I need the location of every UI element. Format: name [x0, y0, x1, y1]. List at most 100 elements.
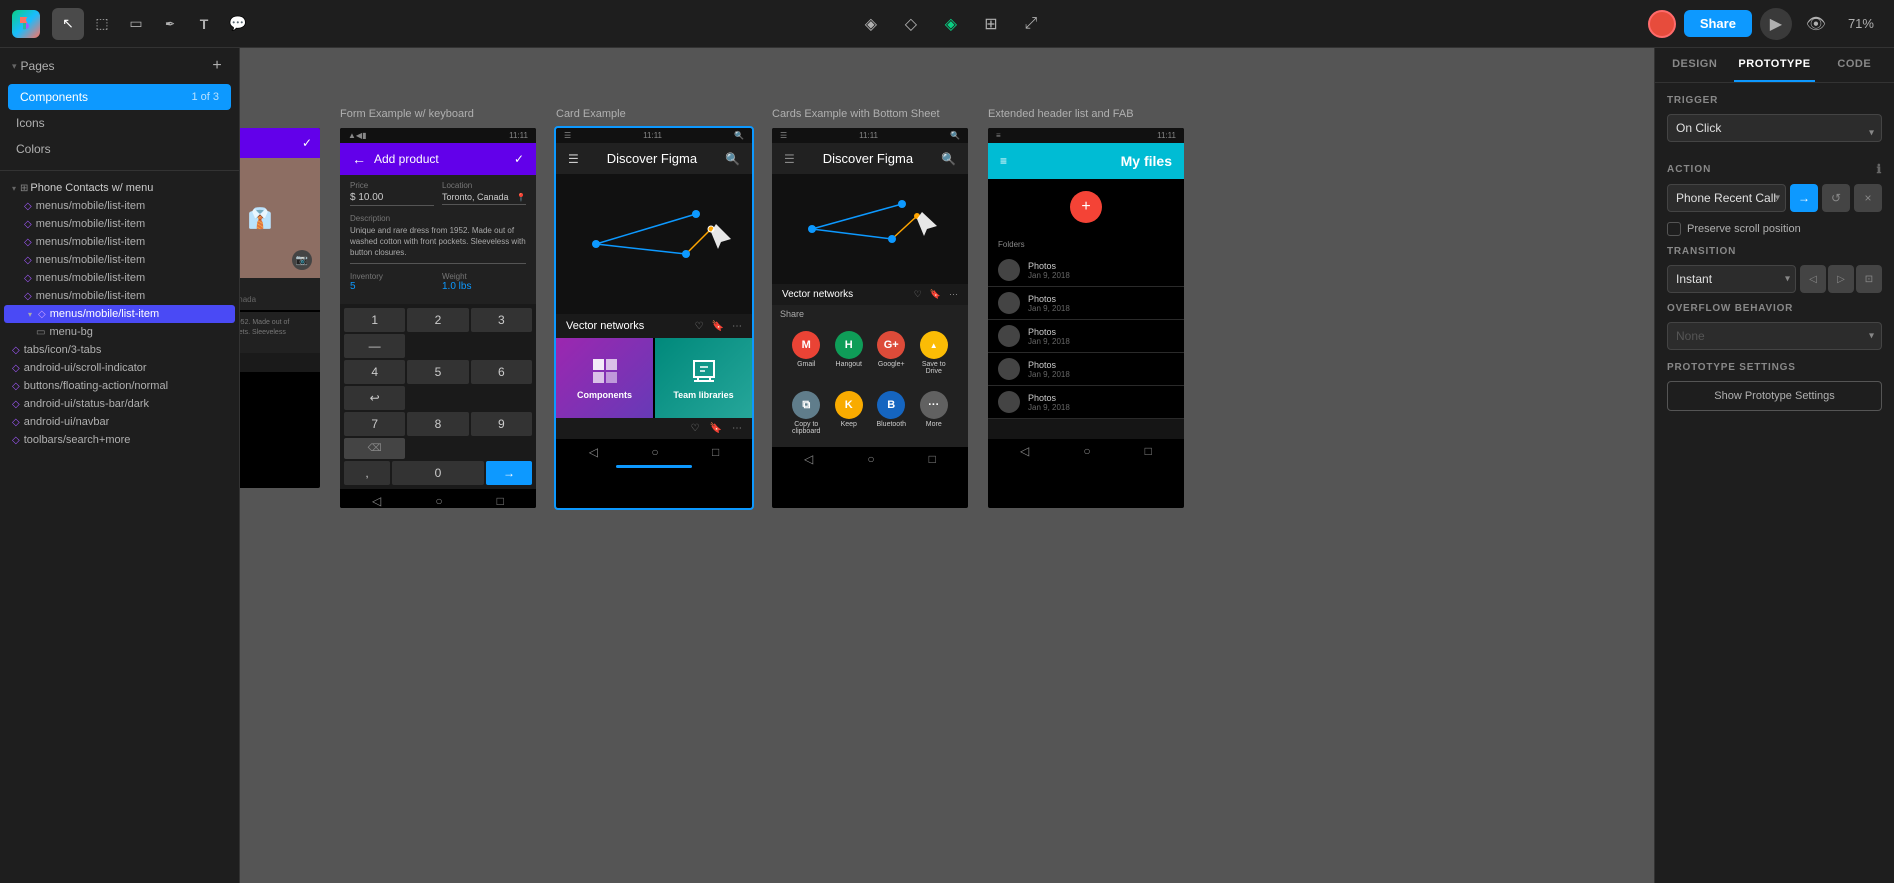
layer-label: menus/mobile/list-item [36, 218, 145, 230]
bool-btn[interactable]: ◈ [935, 8, 967, 40]
layer-list-item-7-selected[interactable]: ▾ ◇ menus/mobile/list-item [4, 305, 235, 323]
layer-label: menus/mobile/list-item [36, 200, 145, 212]
move-tool-btn[interactable]: ↖ [52, 8, 84, 40]
file-item-2[interactable]: Photos Jan 9, 2018 [988, 287, 1184, 320]
overflow-select[interactable]: None Horizontal Vertical Both [1667, 322, 1882, 350]
components-card[interactable]: Components [556, 338, 653, 418]
action-row: Phone Recent Calls Navigate To Back → ↺ … [1667, 184, 1882, 212]
page-item-colors[interactable]: Colors [4, 136, 235, 162]
preview-btn[interactable]: 👁 [1800, 8, 1832, 40]
layer-toolbar-search[interactable]: ◇ toolbars/search+more [0, 431, 239, 449]
layer-label: android-ui/status-bar/dark [24, 398, 149, 410]
layer-tabs-icon[interactable]: ◇ tabs/icon/3-tabs [0, 341, 239, 359]
shape-tool-btn[interactable]: ▭ [120, 8, 152, 40]
component-icon: ◇ [12, 435, 20, 446]
layer-label: toolbars/search+more [24, 434, 131, 446]
overflow-select-wrapper: None Horizontal Vertical Both [1667, 322, 1882, 350]
canvas-area[interactable]: uct ✓ 👔 📷 ion onto, Canada ss from 1 [240, 48, 1654, 883]
file-item-4[interactable]: Photos Jan 9, 2018 [988, 353, 1184, 386]
layer-phone-contacts[interactable]: ▾ ⊞ Phone Contacts w/ menu [0, 179, 239, 197]
transition-select[interactable]: Instant Dissolve Move In Move Out Push S… [1667, 265, 1796, 293]
layer-list-item-3[interactable]: ◇ menus/mobile/list-item [0, 233, 239, 251]
file-info: Photos Jan 9, 2018 [1028, 294, 1174, 313]
play-button[interactable]: ▶ [1760, 8, 1792, 40]
layer-navbar[interactable]: ◇ android-ui/navbar [0, 413, 239, 431]
component-icon: ◇ [38, 309, 46, 320]
prototype-settings-label: PROTOTYPE SETTINGS [1667, 362, 1882, 373]
share-icons-grid: M Gmail H Hangout G+ Google+ ▲ [780, 323, 960, 383]
layer-list-item-6[interactable]: ◇ menus/mobile/list-item [0, 287, 239, 305]
layer-list-item-5[interactable]: ◇ menus/mobile/list-item [0, 269, 239, 287]
card-grid: Components Team libraries [556, 338, 752, 418]
file-icon [998, 325, 1020, 347]
page-item-icons[interactable]: Icons [4, 110, 235, 136]
figma-logo[interactable] [12, 10, 40, 38]
share-drive[interactable]: ▲ Save to Drive [916, 331, 953, 375]
layer-list-item-4[interactable]: ◇ menus/mobile/list-item [0, 251, 239, 269]
align-btn[interactable]: ⊞ [975, 8, 1007, 40]
transition-back-btn[interactable]: ◁ [1800, 265, 1826, 293]
frame-form-example: Form Example w/ keyboard ▲◀▮ 11:11 ← Add… [340, 128, 536, 508]
layer-scroll-indicator[interactable]: ◇ android-ui/scroll-indicator [0, 359, 239, 377]
tab-design[interactable]: DESIGN [1655, 48, 1734, 82]
preserve-scroll-label: Preserve scroll position [1687, 223, 1801, 235]
share-more[interactable]: ··· More [916, 391, 953, 435]
text-tool-btn[interactable]: T [188, 8, 220, 40]
layers-panel: ▾ ⊞ Phone Contacts w/ menu ◇ menus/mobil… [0, 175, 239, 883]
page-item-components[interactable]: Components 1 of 3 [8, 84, 231, 110]
share-hangout[interactable]: H Hangout [831, 331, 868, 375]
share-button[interactable]: Share [1684, 10, 1752, 37]
file-item-1[interactable]: Photos Jan 9, 2018 [988, 254, 1184, 287]
center-tools: ◈ ◇ ◈ ⊞ ⤢ [855, 8, 1047, 40]
component-btn[interactable]: ◈ [855, 8, 887, 40]
comment-tool-btn[interactable]: 💬 [222, 8, 254, 40]
share-copy[interactable]: ⧉ Copy to clipboard [788, 391, 825, 435]
component-icon: ◇ [24, 273, 32, 284]
user-avatar[interactable] [1648, 10, 1676, 38]
transition-grid-btn[interactable]: ⊡ [1856, 265, 1882, 293]
layer-list-item-1[interactable]: ◇ menus/mobile/list-item [0, 197, 239, 215]
show-prototype-settings-btn[interactable]: Show Prototype Settings [1667, 381, 1882, 411]
tab-prototype[interactable]: PROTOTYPE [1734, 48, 1814, 82]
pen-tool-btn[interactable]: ✒ [154, 8, 186, 40]
component-icon: ◇ [24, 255, 32, 266]
sidebar-divider [0, 170, 239, 171]
layer-status-bar[interactable]: ◇ android-ui/status-bar/dark [0, 395, 239, 413]
phone-screen-card[interactable]: ☰ 11:11 🔍 ☰ Discover Figma 🔍 [556, 128, 752, 508]
action-select[interactable]: Phone Recent Calls Navigate To Back [1667, 184, 1786, 212]
preserve-scroll-checkbox[interactable] [1667, 222, 1681, 236]
team-libraries-card[interactable]: Team libraries [655, 338, 752, 418]
phone-screen-form[interactable]: ▲◀▮ 11:11 ← Add product ✓ Price $ 10.00 [340, 128, 536, 508]
action-navigate-btn[interactable]: → [1790, 184, 1818, 212]
layer-floating-action[interactable]: ◇ buttons/floating-action/normal [0, 377, 239, 395]
phone-screen-bottom-sheet[interactable]: ☰ 11:11 🔍 ☰ Discover Figma 🔍 [772, 128, 968, 508]
share-bluetooth[interactable]: B Bluetooth [873, 391, 910, 435]
share-gmail[interactable]: M Gmail [788, 331, 825, 375]
discover-header-2: ☰ Discover Figma 🔍 [772, 143, 968, 174]
file-icon [998, 259, 1020, 281]
trigger-select-wrapper: On Click On Hover On Press [1667, 114, 1882, 152]
add-page-btn[interactable]: + [207, 56, 227, 76]
files-list: Photos Jan 9, 2018 Photos Jan 9, 2018 [988, 254, 1184, 419]
trigger-select[interactable]: On Click On Hover On Press [1667, 114, 1882, 142]
page-label-icons: Icons [16, 116, 45, 130]
share-keep[interactable]: K Keep [831, 391, 868, 435]
action-remove-btn[interactable]: × [1854, 184, 1882, 212]
frame-label-card: Card Example [556, 108, 626, 120]
component-icon: ◇ [24, 201, 32, 212]
share-googleplus[interactable]: G+ Google+ [873, 331, 910, 375]
file-item-3[interactable]: Photos Jan 9, 2018 [988, 320, 1184, 353]
layer-menu-bg[interactable]: ▭ menu-bg [0, 323, 239, 341]
tab-code[interactable]: CODE [1815, 48, 1894, 82]
file-item-5[interactable]: Photos Jan 9, 2018 [988, 386, 1184, 419]
phone-screen-extended[interactable]: ≡ 11:11 ≡ My files + Folders [988, 128, 1184, 508]
scale-btn[interactable]: ⤢ [1015, 8, 1047, 40]
transition-forward-btn[interactable]: ▷ [1828, 265, 1854, 293]
layer-label: Phone Contacts w/ menu [30, 182, 153, 194]
layer-list-item-2[interactable]: ◇ menus/mobile/list-item [0, 215, 239, 233]
mask-btn[interactable]: ◇ [895, 8, 927, 40]
zoom-indicator[interactable]: 71% [1840, 12, 1882, 35]
action-swap-btn[interactable]: ↺ [1822, 184, 1850, 212]
fab-button[interactable]: + [1070, 191, 1102, 223]
frame-tool-btn[interactable]: ⬚ [86, 8, 118, 40]
